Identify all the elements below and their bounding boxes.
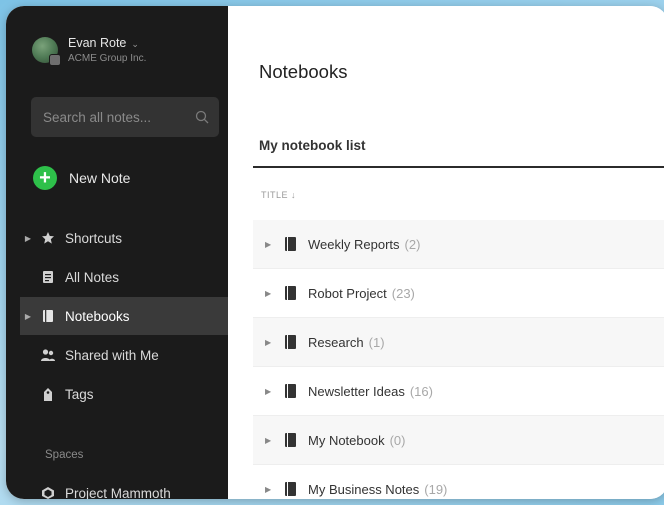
table-row[interactable]: ▶ Newsletter Ideas (16) (253, 367, 664, 416)
search-input[interactable]: Search all notes... (31, 97, 219, 137)
notebook-name: My Business Notes (308, 481, 420, 497)
space-icon (40, 485, 56, 499)
table-row[interactable]: ▶ My Business Notes (19) (253, 465, 664, 499)
caret-right-icon: ▶ (24, 233, 32, 243)
account-switcher[interactable]: Evan Rote ⌄ ACME Group Inc. (32, 36, 147, 66)
caret-right-icon[interactable]: ▶ (265, 485, 277, 494)
sidebar-item-notebooks[interactable]: ▶ Notebooks (20, 297, 228, 335)
page-title: Notebooks (259, 61, 348, 82)
sidebar-item-label: Notebooks (65, 308, 130, 324)
caret-right-icon[interactable]: ▶ (265, 338, 277, 347)
note-icon (40, 269, 56, 285)
tag-icon (40, 386, 56, 402)
sidebar-item-project-mammoth[interactable]: Project Mammoth (20, 474, 226, 499)
note-count: (19) (424, 481, 448, 497)
notebook-icon (285, 482, 296, 496)
list-title: My notebook list (259, 138, 366, 153)
divider (253, 166, 664, 168)
chevron-down-icon: ⌄ (131, 39, 139, 49)
note-count: (23) (391, 285, 415, 301)
caret-right-icon[interactable]: ▶ (265, 289, 277, 298)
notebook-icon (285, 286, 296, 300)
notebook-icon (40, 308, 56, 324)
main-panel: Notebooks My notebook list TITLE ↓ ▶ Week… (228, 6, 664, 499)
sidebar-item-label: Project Mammoth (65, 485, 171, 500)
star-icon (40, 230, 56, 246)
avatar (32, 37, 61, 66)
notebook-name: Newsletter Ideas (308, 383, 405, 399)
notebook-name: Research (308, 334, 364, 350)
notebook-icon (285, 237, 296, 251)
caret-right-icon[interactable]: ▶ (265, 240, 277, 249)
note-count: (0) (389, 432, 406, 448)
people-icon (40, 347, 56, 363)
table-row[interactable]: ▶ Research (1) (253, 318, 664, 367)
new-note-label: New Note (69, 170, 131, 186)
note-count: (2) (404, 236, 421, 252)
caret-right-icon[interactable]: ▶ (265, 387, 277, 396)
note-count: (16) (409, 383, 433, 399)
column-header-title[interactable]: TITLE ↓ (261, 190, 296, 200)
sidebar-item-shortcuts[interactable]: ▶ Shortcuts (20, 219, 226, 257)
caret-right-icon: ▶ (24, 311, 32, 321)
notebook-icon (285, 384, 296, 398)
notebook-icon (285, 335, 296, 349)
note-count: (1) (368, 334, 385, 350)
account-name: Evan Rote (68, 36, 127, 50)
account-org: ACME Group Inc. (68, 53, 147, 64)
caret-right-icon[interactable]: ▶ (265, 436, 277, 445)
sidebar-item-tags[interactable]: Tags (20, 375, 226, 413)
notebook-name: My Notebook (308, 432, 385, 448)
app-window: Evan Rote ⌄ ACME Group Inc. Search all no… (6, 6, 664, 499)
notebook-name: Robot Project (308, 285, 387, 301)
plus-icon: + (33, 166, 57, 190)
search-placeholder: Search all notes... (43, 109, 152, 125)
sidebar: Evan Rote ⌄ ACME Group Inc. Search all no… (6, 6, 233, 499)
sidebar-item-label: Shortcuts (65, 230, 123, 246)
notebook-list: ▶ Weekly Reports (2) ▶ Robot Project (23… (253, 220, 664, 499)
notebook-icon (285, 433, 296, 447)
sidebar-item-label: Tags (65, 386, 94, 402)
org-badge-icon (49, 54, 61, 66)
search-icon (195, 110, 209, 124)
sidebar-item-shared-with-me[interactable]: Shared with Me (20, 336, 226, 374)
table-row[interactable]: ▶ Weekly Reports (2) (253, 220, 664, 269)
sidebar-item-label: All Notes (65, 269, 120, 285)
table-row[interactable]: ▶ My Notebook (0) (253, 416, 664, 465)
sort-down-icon: ↓ (291, 190, 297, 200)
new-note-button[interactable]: + New Note (33, 166, 130, 190)
table-row[interactable]: ▶ Robot Project (23) (253, 269, 664, 318)
sidebar-item-label: Shared with Me (65, 347, 159, 363)
notebook-name: Weekly Reports (308, 236, 400, 252)
sidebar-item-all-notes[interactable]: All Notes (20, 258, 226, 296)
